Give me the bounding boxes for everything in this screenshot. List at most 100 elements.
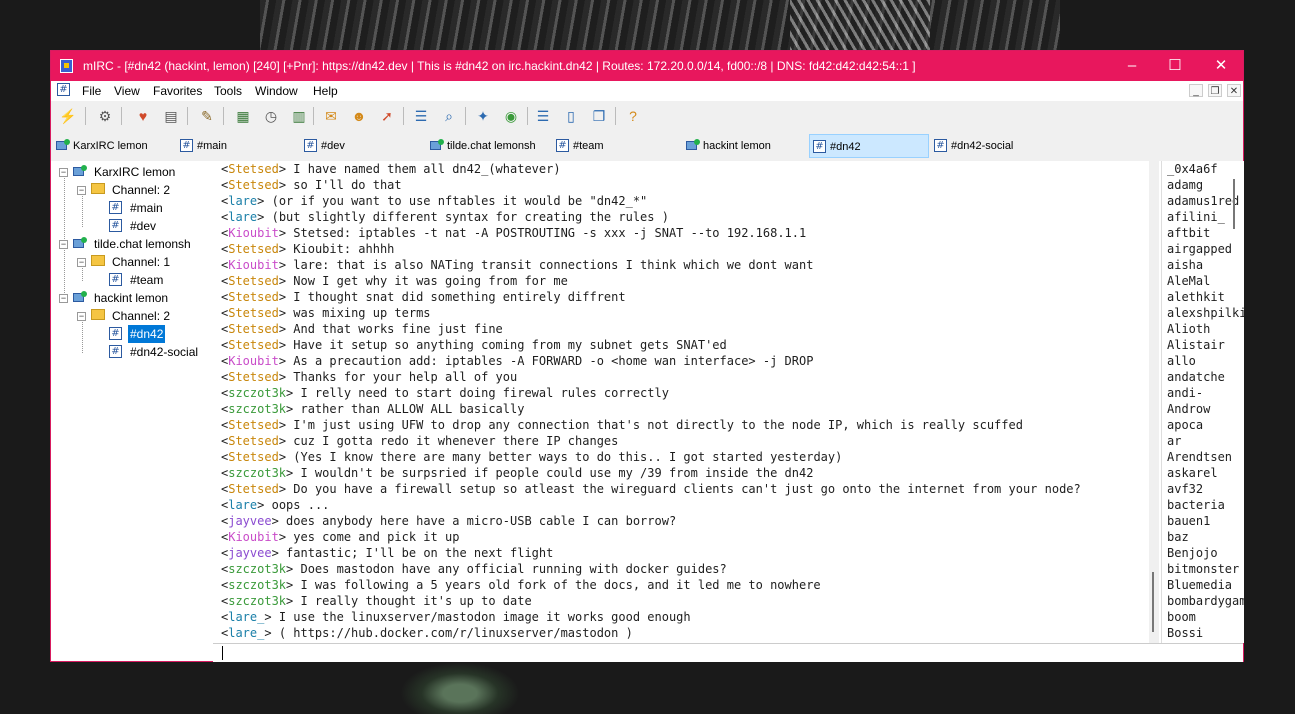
nick-list-item[interactable]: askarel [1162, 465, 1244, 481]
switchbar-item-tilde-chat-lemonsh[interactable]: tilde.chat lemonsh [427, 134, 551, 158]
switchbar-item-dev[interactable]: # #dev [301, 134, 421, 158]
switchbar-item-main[interactable]: # #main [177, 134, 297, 158]
message-nick[interactable]: Stetsed [228, 274, 279, 288]
close-button[interactable]: ✕ [1198, 51, 1244, 81]
nick-list-item[interactable]: allo [1162, 353, 1244, 369]
message-nick[interactable]: Kioubit [228, 226, 279, 240]
message-nick[interactable]: Stetsed [228, 418, 279, 432]
message-nick[interactable]: Stetsed [228, 290, 279, 304]
dcc-icon[interactable]: ◉ [501, 106, 521, 126]
menu-file[interactable]: File [82, 84, 101, 98]
nick-list-item[interactable]: adamg [1162, 177, 1244, 193]
nick-list-item[interactable]: adamus1red [1162, 193, 1244, 209]
nick-list-item[interactable]: Alistair [1162, 337, 1244, 353]
nick-list-item[interactable]: AleMal [1162, 273, 1244, 289]
nick-list-item[interactable]: Alioth [1162, 321, 1244, 337]
tile-horizontal-icon[interactable]: ☰ [533, 106, 553, 126]
message-nick[interactable]: Kioubit [228, 258, 279, 272]
message-nick[interactable]: Stetsed [228, 178, 279, 192]
nick-list-item[interactable]: _0x4a6f [1162, 161, 1244, 177]
message-nick[interactable]: Kioubit [228, 354, 279, 368]
options-icon[interactable]: ⚙ [95, 106, 115, 126]
address-book-icon[interactable]: ▤ [161, 106, 181, 126]
mdi-restore-button[interactable]: ❐ [1208, 84, 1222, 97]
nick-list-item[interactable]: andatche [1162, 369, 1244, 385]
mirc-app-icon[interactable] [60, 59, 73, 73]
collapse-toggle[interactable]: − [77, 258, 86, 267]
switchbar-item-dn42[interactable]: # #dn42 [809, 134, 929, 158]
nick-list-item[interactable]: aftbit [1162, 225, 1244, 241]
url-list-icon[interactable]: ✉ [321, 106, 341, 126]
minimize-button[interactable]: – [1109, 51, 1155, 81]
menu-favorites[interactable]: Favorites [153, 84, 202, 98]
message-nick[interactable]: Stetsed [228, 322, 279, 336]
switchbar-item-hackint-lemon[interactable]: hackint lemon [683, 134, 807, 158]
tile-vertical-icon[interactable]: ▯ [561, 106, 581, 126]
maximize-button[interactable]: ☐ [1152, 51, 1198, 81]
message-nick[interactable]: lare [228, 194, 257, 208]
message-nick[interactable]: lare [228, 498, 257, 512]
mdi-minimize-button[interactable]: _ [1189, 84, 1203, 97]
collapse-toggle[interactable]: − [59, 240, 68, 249]
message-nick[interactable]: Stetsed [228, 450, 279, 464]
logs-icon[interactable]: ▦ [233, 106, 253, 126]
message-nick[interactable]: Kioubit [228, 530, 279, 544]
message-nick[interactable]: Stetsed [228, 434, 279, 448]
message-nick[interactable]: jayvee [228, 546, 271, 560]
nick-list-item[interactable]: Bluemedia [1162, 577, 1244, 593]
message-nick[interactable]: Stetsed [228, 370, 279, 384]
nick-list-item[interactable]: ar [1162, 433, 1244, 449]
collapse-toggle[interactable]: − [77, 186, 86, 195]
menu-view[interactable]: View [114, 84, 140, 98]
received-files-icon[interactable]: ⌕ [439, 106, 459, 126]
message-log-scrollbar[interactable] [1149, 161, 1159, 643]
message-nick[interactable]: jayvee [228, 514, 271, 528]
message-nick[interactable]: lare_ [228, 610, 264, 624]
message-nick[interactable]: szczot3k [228, 578, 286, 592]
timer-icon[interactable]: ◷ [261, 106, 281, 126]
message-nick[interactable]: szczot3k [228, 386, 286, 400]
nick-list-item[interactable]: Arendtsen [1162, 449, 1244, 465]
message-nick[interactable]: szczot3k [228, 562, 286, 576]
switchbar-item-karxirc-lemon[interactable]: KarxIRC lemon [53, 134, 173, 158]
nick-list-item[interactable]: bauen1 [1162, 513, 1244, 529]
nick-list-scrollbar[interactable] [1233, 179, 1235, 229]
menu-window[interactable]: Window [255, 84, 298, 98]
nick-list-item[interactable]: bacteria [1162, 497, 1244, 513]
menu-tools[interactable]: Tools [214, 84, 242, 98]
switchbar-item-dn42-social[interactable]: # #dn42-social [931, 134, 1055, 158]
nick-list-item[interactable]: avf32 [1162, 481, 1244, 497]
scrollbar-thumb[interactable] [1152, 572, 1154, 632]
message-nick[interactable]: szczot3k [228, 466, 286, 480]
nick-list-item[interactable]: Benjojo [1162, 545, 1244, 561]
menu-help[interactable]: Help [313, 84, 338, 98]
connect-icon[interactable]: ⚡ [58, 106, 78, 126]
highlights-icon[interactable]: ✦ [473, 106, 493, 126]
message-nick[interactable]: Stetsed [228, 306, 279, 320]
nick-list-item[interactable]: bitmonster [1162, 561, 1244, 577]
collapse-toggle[interactable]: − [59, 168, 68, 177]
nick-list-item[interactable]: baz [1162, 529, 1244, 545]
collapse-toggle[interactable]: − [77, 312, 86, 321]
nick-list-item[interactable]: Bossi [1162, 625, 1244, 641]
scripts-editor-icon[interactable]: ✎ [197, 106, 217, 126]
notify-list-icon[interactable]: ▥ [289, 106, 309, 126]
nick-list-item[interactable]: apoca [1162, 417, 1244, 433]
message-input[interactable] [213, 643, 1243, 662]
message-nick[interactable]: Stetsed [228, 338, 279, 352]
message-log[interactable]: <Stetsed> I have named them all dn42_(wh… [221, 161, 1151, 643]
favorites-icon[interactable]: ♥ [133, 106, 153, 126]
channel-window-icon[interactable]: # [57, 83, 70, 96]
nick-list-item[interactable]: afilini_ [1162, 209, 1244, 225]
collapse-toggle[interactable]: − [59, 294, 68, 303]
nick-list[interactable]: _0x4a6f adamg adamus1red afilini_ aftbit airg… [1161, 161, 1244, 643]
message-nick[interactable]: Stetsed [228, 482, 279, 496]
message-nick[interactable]: lare_ [228, 626, 264, 640]
nick-list-item[interactable]: alethkit [1162, 289, 1244, 305]
nick-list-item[interactable]: alexshpilkin [1162, 305, 1244, 321]
nick-list-item[interactable]: aisha [1162, 257, 1244, 273]
nick-list-item[interactable]: bombardygamer [1162, 593, 1244, 609]
switchbar-item-team[interactable]: # #team [553, 134, 677, 158]
channels-list-icon[interactable]: ☰ [411, 106, 431, 126]
dcc-chat-icon[interactable]: ☻ [349, 106, 369, 126]
